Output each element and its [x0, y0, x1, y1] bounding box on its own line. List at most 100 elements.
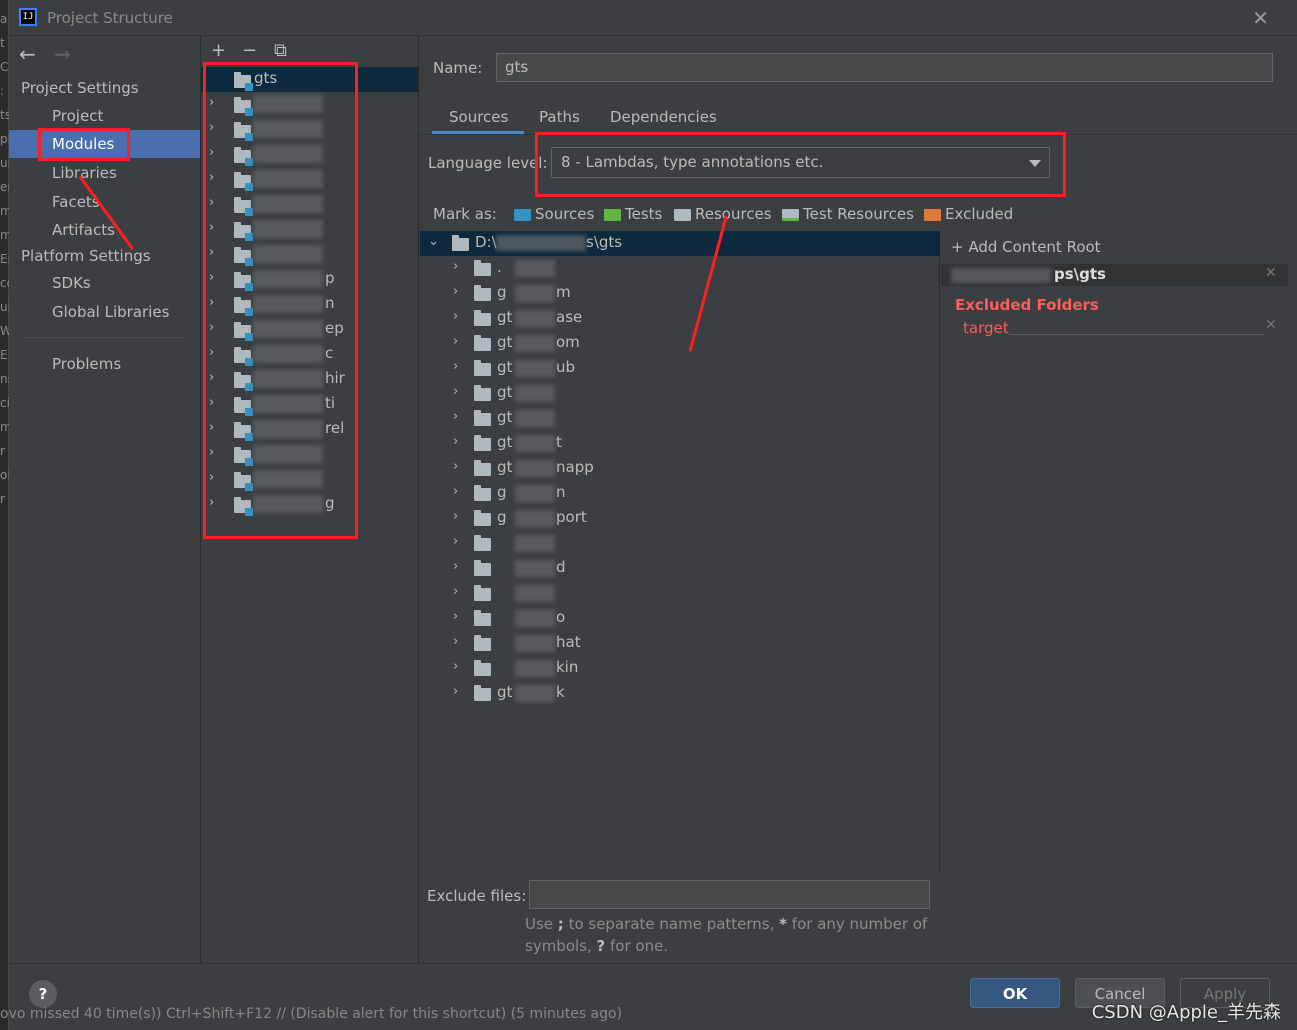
tree-row[interactable]: › — [420, 581, 940, 606]
tree-row[interactable]: › d — [420, 556, 940, 581]
redacted-folder-name — [515, 360, 555, 377]
sidebar-item-project[interactable]: Project — [9, 102, 200, 130]
tree-row[interactable]: › g m — [420, 281, 940, 306]
plus-icon: + — [951, 238, 969, 256]
module-name-field[interactable]: gts — [496, 53, 1273, 82]
exclude-files-input[interactable] — [529, 880, 930, 909]
mark-as-label: Mark as: — [433, 205, 497, 223]
chevron-right-icon[interactable]: › — [453, 659, 458, 674]
ok-button[interactable]: OK — [970, 978, 1060, 1008]
tree-row[interactable]: › hat — [420, 631, 940, 656]
mark-sources-button[interactable]: Sources — [535, 205, 594, 223]
add-module-icon[interactable]: + — [211, 40, 226, 61]
chevron-right-icon[interactable]: › — [453, 484, 458, 499]
tree-row-suffix: om — [556, 333, 580, 351]
edge-char: er — [0, 180, 9, 194]
chevron-right-icon[interactable]: › — [453, 459, 458, 474]
sidebar-item-global-libraries[interactable]: Global Libraries — [9, 298, 200, 326]
tree-row[interactable]: › gt — [420, 381, 940, 406]
folder-icon — [474, 410, 491, 426]
edge-char: m — [0, 204, 9, 218]
title-bar: IJ Project Structure ✕ — [9, 0, 1297, 36]
tree-row-suffix: port — [556, 508, 587, 526]
chevron-right-icon[interactable]: › — [453, 384, 458, 399]
sidebar-item-libraries[interactable]: Libraries — [9, 159, 200, 187]
tree-row-prefix: g — [497, 508, 507, 526]
redacted-path — [951, 268, 1051, 283]
content-root-tree: ⌄ D:\ s\gts ›. › g m › gt ase › gt om › gt ub › gt › gt ›… — [420, 231, 940, 871]
tree-row[interactable]: › o — [420, 606, 940, 631]
tree-root-row[interactable]: ⌄ D:\ s\gts — [420, 231, 940, 256]
tree-row[interactable]: › gt — [420, 406, 940, 431]
project-settings-heading: Project Settings — [21, 79, 139, 97]
tree-row-prefix: gt — [497, 308, 513, 326]
folder-icon — [474, 310, 491, 326]
excluded-folder-item[interactable]: target — [963, 319, 1009, 337]
tree-row[interactable]: › gt ase — [420, 306, 940, 331]
tab-paths[interactable]: Paths — [539, 108, 580, 126]
tree-row-prefix: gt — [497, 683, 513, 701]
tab-dependencies[interactable]: Dependencies — [610, 108, 717, 126]
copy-module-icon[interactable]: ⧉ — [274, 40, 287, 61]
folder-icon — [452, 235, 469, 251]
redacted-folder-name — [515, 435, 555, 452]
folder-icon — [474, 610, 491, 626]
sidebar-item-sdks[interactable]: SDKs — [9, 269, 200, 297]
chevron-right-icon[interactable]: › — [453, 509, 458, 524]
tree-row[interactable]: › gt om — [420, 331, 940, 356]
tree-row[interactable]: › — [420, 531, 940, 556]
tree-row[interactable]: › gt k — [420, 681, 940, 706]
tree-row[interactable]: › g n — [420, 481, 940, 506]
mark-resources-button[interactable]: Resources — [695, 205, 772, 223]
help-icon[interactable]: ? — [29, 980, 57, 1008]
chevron-right-icon[interactable]: › — [453, 309, 458, 324]
remove-excluded-icon[interactable]: ✕ — [1265, 317, 1277, 333]
sidebar-item-problems[interactable]: Problems — [9, 350, 200, 378]
sources-folder-icon — [514, 209, 531, 221]
tree-row[interactable]: › gt t — [420, 431, 940, 456]
redacted-folder-name — [515, 510, 555, 527]
tree-row-suffix: ub — [556, 358, 576, 376]
tree-row[interactable]: › gt napp — [420, 456, 940, 481]
chevron-right-icon[interactable]: › — [453, 684, 458, 699]
sidebar-item-artifacts[interactable]: Artifacts — [9, 216, 200, 244]
chevron-right-icon[interactable]: › — [453, 259, 458, 274]
chevron-right-icon[interactable]: › — [453, 534, 458, 549]
chevron-right-icon[interactable]: › — [453, 634, 458, 649]
tree-row-suffix: hat — [556, 633, 581, 651]
mark-excluded-button[interactable]: Excluded — [945, 205, 1013, 223]
tree-row[interactable]: › gt ub — [420, 356, 940, 381]
back-arrow-icon[interactable]: ← — [19, 42, 36, 66]
mark-tests-button[interactable]: Tests — [625, 205, 662, 223]
chevron-right-icon[interactable]: › — [453, 609, 458, 624]
forward-arrow-icon[interactable]: → — [54, 42, 71, 66]
mark-test-resources-button[interactable]: Test Resources — [803, 205, 914, 223]
edge-char: ns — [0, 372, 9, 386]
tree-row-prefix: gt — [497, 408, 513, 426]
tree-row-prefix: gt — [497, 458, 513, 476]
tree-row[interactable]: › g port — [420, 506, 940, 531]
remove-root-icon[interactable]: ✕ — [1265, 265, 1277, 281]
edge-char: ts — [0, 108, 9, 122]
exclude-files-hint: Use ; to separate name patterns, * for a… — [525, 915, 928, 955]
chevron-right-icon[interactable]: › — [453, 359, 458, 374]
chevron-right-icon[interactable]: › — [453, 334, 458, 349]
chevron-right-icon[interactable]: › — [453, 559, 458, 574]
remove-module-icon[interactable]: − — [242, 40, 257, 61]
folder-icon — [474, 635, 491, 651]
chevron-right-icon[interactable]: › — [453, 284, 458, 299]
content-root-path-row[interactable]: ps\gts ✕ — [941, 264, 1288, 286]
chevron-right-icon[interactable]: › — [453, 584, 458, 599]
close-icon[interactable]: ✕ — [1252, 6, 1269, 30]
tab-sources[interactable]: Sources — [449, 108, 508, 126]
annotation-box-language-level — [535, 132, 1066, 197]
chevron-right-icon[interactable]: › — [453, 409, 458, 424]
chevron-right-icon[interactable]: › — [453, 434, 458, 449]
tree-row[interactable]: › kin — [420, 656, 940, 681]
redacted-folder-name — [515, 485, 555, 502]
redacted-folder-name — [515, 385, 555, 402]
tree-row[interactable]: ›. — [420, 256, 940, 281]
chevron-down-icon[interactable]: ⌄ — [428, 234, 439, 249]
edge-char: co — [0, 276, 9, 290]
add-content-root-button[interactable]: + Add Content Root — [951, 238, 1101, 256]
